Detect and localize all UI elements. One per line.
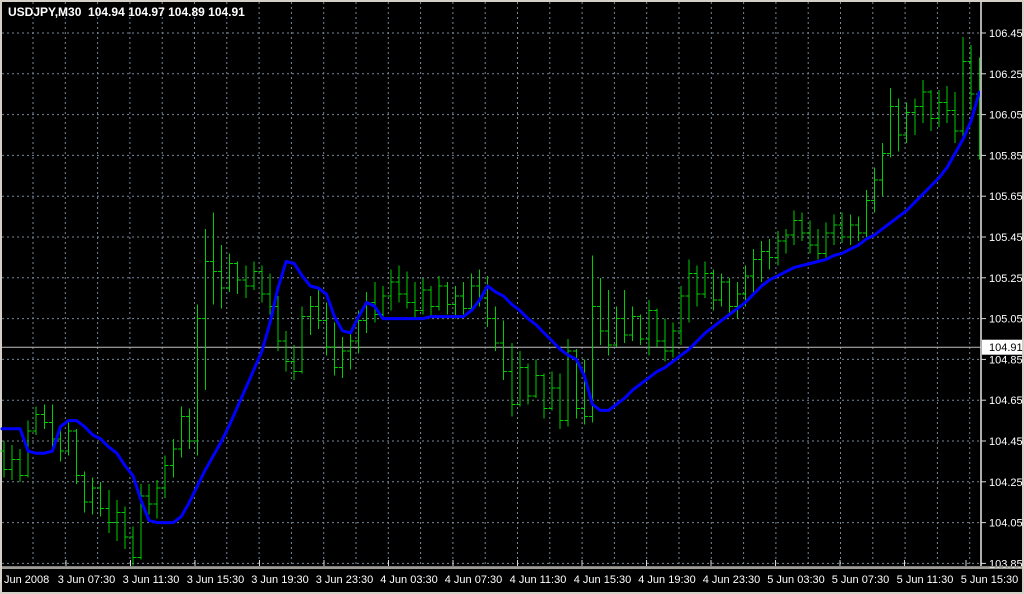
- price-tick-label: 104.05: [989, 518, 1023, 530]
- time-tick-label: 5 Jun 11:30: [897, 574, 954, 586]
- time-tick-label: 3 Jun 23:30: [316, 574, 374, 586]
- time-tick-label: 4 Jun 03:30: [380, 574, 438, 586]
- time-tick-label: 4 Jun 15:30: [574, 574, 632, 586]
- price-tick-label: 105.05: [989, 314, 1023, 326]
- time-tick-label: 4 Jun 07:30: [445, 574, 503, 586]
- price-tick-label: 105.45: [989, 232, 1023, 244]
- price-scale-axis[interactable]: 106.45 106.25 106.05 105.85 105.65 105.45 105.…: [981, 2, 1023, 570]
- price-tick-label: 104.45: [989, 436, 1023, 448]
- current-price-box-label: 104.91: [989, 342, 1023, 354]
- price-tick-label: 105.25: [989, 273, 1023, 285]
- price-tick-label: 106.45: [989, 28, 1023, 40]
- chart-background: [2, 2, 1022, 592]
- time-tick-label: 3 Jun 2008: [0, 574, 49, 586]
- price-tick-label: 106.25: [989, 69, 1023, 81]
- price-tick-label: 104.25: [989, 477, 1023, 489]
- time-tick-label: 5 Jun 15:30: [961, 574, 1019, 586]
- time-tick-label: 4 Jun 19:30: [638, 574, 696, 586]
- time-tick-label: 4 Jun 11:30: [510, 574, 567, 586]
- price-chart[interactable]: 106.45 106.25 106.05 105.85 105.65 105.45 105.…: [0, 0, 1024, 594]
- time-tick-label: 3 Jun 19:30: [251, 574, 309, 586]
- time-tick-label: 3 Jun 11:30: [123, 574, 180, 586]
- price-tick-label: 104.85: [989, 354, 1023, 366]
- time-tick-label: 5 Jun 03:30: [767, 574, 825, 586]
- time-tick-label: 3 Jun 07:30: [58, 574, 116, 586]
- time-tick-label: 3 Jun 15:30: [187, 574, 245, 586]
- chart-title: USDJPY,M30 104.94 104.97 104.89 104.91: [8, 5, 245, 19]
- price-tick-label: 105.65: [989, 191, 1023, 203]
- price-tick-label: 106.05: [989, 110, 1023, 122]
- price-tick-label: 105.85: [989, 150, 1023, 162]
- chart-window: 106.45 106.25 106.05 105.85 105.65 105.45 105.…: [0, 0, 1024, 594]
- time-tick-label: 5 Jun 07:30: [832, 574, 890, 586]
- time-tick-label: 4 Jun 23:30: [703, 574, 761, 586]
- price-tick-label: 104.65: [989, 395, 1023, 407]
